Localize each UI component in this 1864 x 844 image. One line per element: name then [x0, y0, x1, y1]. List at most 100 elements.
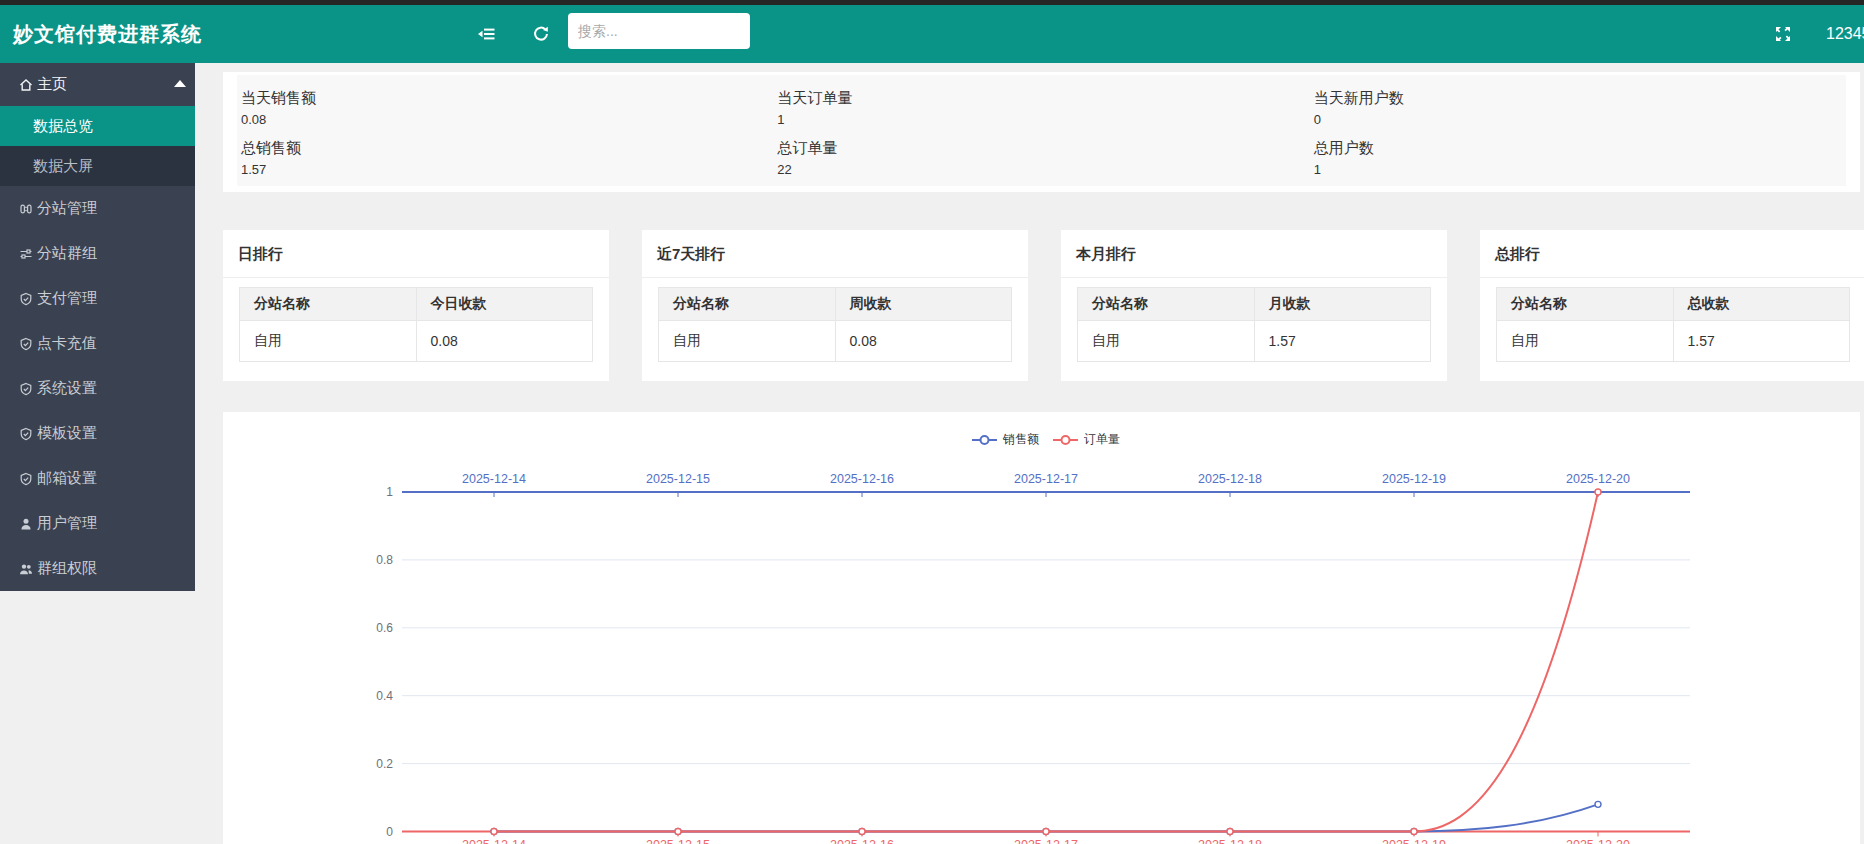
- column-header: 分站名称: [1497, 288, 1674, 321]
- table-row: 自用0.08: [659, 321, 1012, 362]
- sidebar-item-label: 支付管理: [37, 289, 97, 308]
- stat-today-new-users: 当天新用户数 0: [1310, 81, 1846, 131]
- chart-card: 销售额 订单量 00.20.40.60.812025-12-142025-12-…: [223, 412, 1860, 844]
- sidebar-item-label: 模板设置: [37, 424, 97, 443]
- column-header: 总收款: [1673, 288, 1850, 321]
- sidebar-item-site-groups[interactable]: 分站群组: [0, 231, 195, 276]
- rank-card-title: 总排行: [1480, 230, 1864, 278]
- stat-label: 当天订单量: [777, 87, 1305, 109]
- collapse-menu-icon[interactable]: [477, 25, 495, 43]
- svg-text:0.6: 0.6: [376, 621, 393, 635]
- rank-card-title: 本月排行: [1061, 230, 1447, 278]
- stat-label: 当天销售额: [241, 87, 769, 109]
- stat-label: 总订单量: [777, 137, 1305, 159]
- sidebar-item-template-settings[interactable]: 模板设置: [0, 411, 195, 456]
- sidebar-item-home[interactable]: 主页: [0, 63, 195, 106]
- column-header: 周收款: [835, 288, 1012, 321]
- rank-table: 分站名称周收款 自用0.08: [658, 287, 1012, 362]
- svg-text:1: 1: [386, 485, 393, 499]
- sidebar-item-group-permissions[interactable]: 群组权限: [0, 546, 195, 591]
- svg-text:2025-12-19: 2025-12-19: [1382, 838, 1446, 844]
- refresh-icon[interactable]: [532, 25, 550, 43]
- svg-text:2025-12-18: 2025-12-18: [1198, 472, 1262, 486]
- sidebar-item-data-screen[interactable]: 数据大屏: [0, 146, 195, 186]
- svg-text:0.4: 0.4: [376, 689, 393, 703]
- home-icon: [19, 78, 33, 92]
- rank-table: 分站名称总收款 自用1.57: [1496, 287, 1850, 362]
- sliders-icon: [19, 247, 33, 261]
- svg-text:2025-12-14: 2025-12-14: [462, 838, 526, 844]
- shield-check-icon: [19, 427, 33, 441]
- cell-site-name: 自用: [659, 321, 836, 362]
- sidebar-item-user-manage[interactable]: 用户管理: [0, 501, 195, 546]
- sidebar-item-payment[interactable]: 支付管理: [0, 276, 195, 321]
- sidebar-item-card-recharge[interactable]: 点卡充值: [0, 321, 195, 366]
- svg-text:0.2: 0.2: [376, 757, 393, 771]
- sidebar-item-site-manage[interactable]: 分站管理: [0, 186, 195, 231]
- sidebar-item-label: 系统设置: [37, 379, 97, 398]
- user-id[interactable]: 12345: [1826, 5, 1864, 63]
- sidebar-item-label: 邮箱设置: [37, 469, 97, 488]
- sidebar: 主页 数据总览 数据大屏 分站管理 分站群组 支付管理: [0, 63, 195, 591]
- stat-value: 1.57: [241, 159, 769, 180]
- sidebar-item-mail-settings[interactable]: 邮箱设置: [0, 456, 195, 501]
- stat-today-orders: 当天订单量 1: [773, 81, 1309, 131]
- cell-site-name: 自用: [1497, 321, 1674, 362]
- svg-text:2025-12-14: 2025-12-14: [462, 472, 526, 486]
- sidebar-item-data-overview[interactable]: 数据总览: [0, 106, 195, 146]
- search-input[interactable]: [568, 13, 750, 49]
- stat-value: 22: [777, 159, 1305, 180]
- sidebar-item-label: 群组权限: [37, 559, 97, 578]
- sidebar-item-label: 分站群组: [37, 244, 97, 263]
- rank-table: 分站名称今日收款 自用0.08: [239, 287, 593, 362]
- table-row: 自用1.57: [1497, 321, 1850, 362]
- cell-site-name: 自用: [1078, 321, 1255, 362]
- cell-amount: 1.57: [1254, 321, 1431, 362]
- rank-card-month: 本月排行 分站名称月收款 自用1.57: [1061, 230, 1447, 381]
- column-header: 分站名称: [240, 288, 417, 321]
- rank-card-week: 近7天排行 分站名称周收款 自用0.08: [642, 230, 1028, 381]
- svg-text:2025-12-15: 2025-12-15: [646, 838, 710, 844]
- shield-check-icon: [19, 337, 33, 351]
- shield-check-icon: [19, 382, 33, 396]
- sidebar-item-label: 分站管理: [37, 199, 97, 218]
- column-header: 分站名称: [1078, 288, 1255, 321]
- column-header: 分站名称: [659, 288, 836, 321]
- stats-panel: 当天销售额 0.08 当天订单量 1 当天新用户数 0 总销售额 1.57 总订…: [237, 75, 1846, 186]
- sidebar-item-label: 点卡充值: [37, 334, 97, 353]
- sidebar-item-label: 主页: [37, 75, 67, 94]
- cell-site-name: 自用: [240, 321, 417, 362]
- stat-label: 当天新用户数: [1314, 87, 1842, 109]
- stat-total-orders: 总订单量 22: [773, 131, 1309, 181]
- cell-amount: 0.08: [835, 321, 1012, 362]
- shield-check-icon: [19, 292, 33, 306]
- rank-table: 分站名称月收款 自用1.57: [1077, 287, 1431, 362]
- rank-card-total: 总排行 分站名称总收款 自用1.57: [1480, 230, 1864, 381]
- rank-card-title: 近7天排行: [642, 230, 1028, 278]
- user-icon: [19, 517, 33, 531]
- stat-label: 总销售额: [241, 137, 769, 159]
- column-header: 今日收款: [416, 288, 593, 321]
- header-bar: 妙文馆付费进群系统 12345: [0, 5, 1864, 63]
- rank-card-daily: 日排行 分站名称今日收款 自用0.08: [223, 230, 609, 381]
- fullscreen-icon[interactable]: [1774, 25, 1792, 43]
- table-row: 自用1.57: [1078, 321, 1431, 362]
- svg-text:2025-12-17: 2025-12-17: [1014, 472, 1078, 486]
- table-row: 自用0.08: [240, 321, 593, 362]
- stat-total-sales: 总销售额 1.57: [237, 131, 773, 181]
- stat-today-sales: 当天销售额 0.08: [237, 81, 773, 131]
- svg-text:2025-12-20: 2025-12-20: [1566, 472, 1630, 486]
- users-icon: [19, 562, 33, 576]
- sidebar-item-system-settings[interactable]: 系统设置: [0, 366, 195, 411]
- svg-text:2025-12-19: 2025-12-19: [1382, 472, 1446, 486]
- sidebar-item-label: 用户管理: [37, 514, 97, 533]
- stat-value: 0: [1314, 109, 1842, 130]
- stat-total-users: 总用户数 1: [1310, 131, 1846, 181]
- svg-text:2025-12-16: 2025-12-16: [830, 472, 894, 486]
- stats-card: 当天销售额 0.08 当天订单量 1 当天新用户数 0 总销售额 1.57 总订…: [223, 72, 1860, 192]
- stat-value: 0.08: [241, 109, 769, 130]
- svg-text:2025-12-18: 2025-12-18: [1198, 838, 1262, 844]
- stat-value: 1: [777, 109, 1305, 130]
- svg-text:2025-12-16: 2025-12-16: [830, 838, 894, 844]
- svg-text:0: 0: [386, 825, 393, 839]
